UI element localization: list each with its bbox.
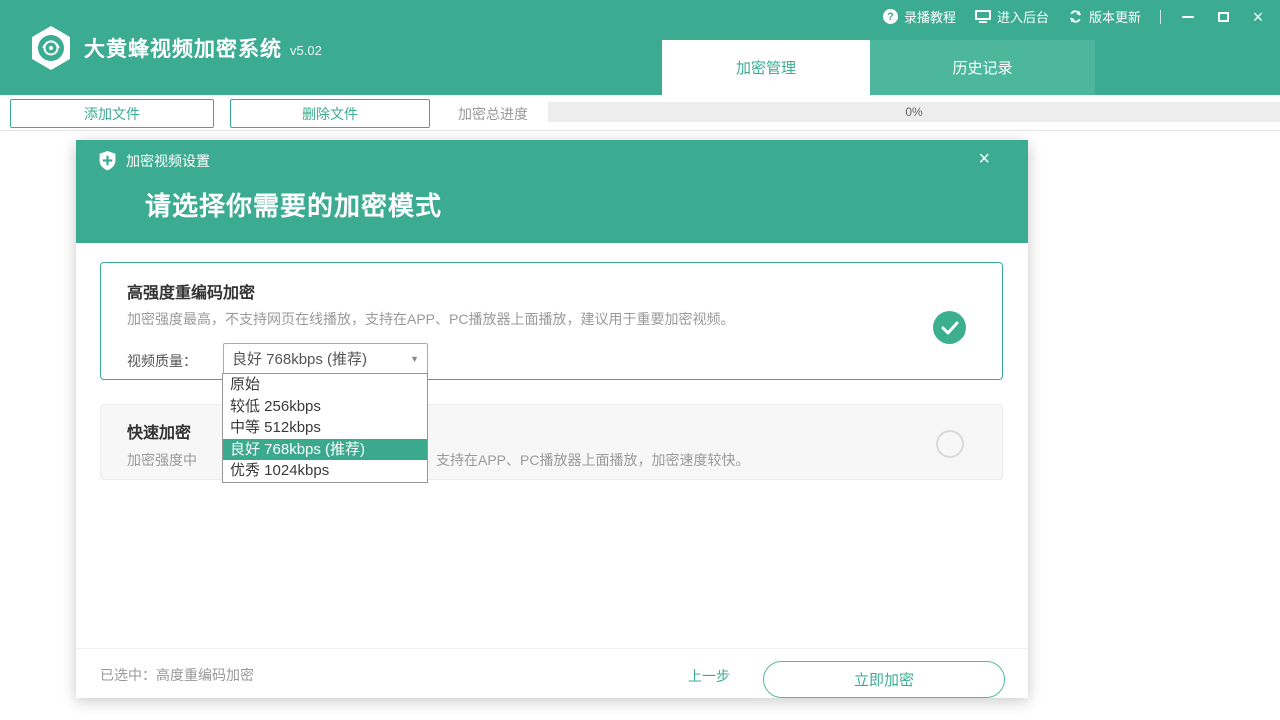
top-menu: ? 录播教程 进入后台 版本更新 × <box>883 7 1266 26</box>
progress-value: 0% <box>548 102 1280 122</box>
app-title: 大黄蜂视频加密系统 <box>84 33 282 63</box>
close-button[interactable]: × <box>1250 9 1266 25</box>
dialog-heading: 请选择你需要的加密模式 <box>145 186 442 223</box>
video-quality-value: 良好 768kbps (推荐) <box>224 348 410 369</box>
menu-tutorial-label: 录播教程 <box>904 7 956 26</box>
maximize-button[interactable] <box>1215 9 1231 25</box>
encryption-settings-dialog: 加密视频设置 × 请选择你需要的加密模式 高强度重编码加密 加密强度最高，不支持… <box>76 140 1028 698</box>
dialog-title: 加密视频设置 <box>126 151 210 171</box>
option-card-strong-encryption[interactable]: 高强度重编码加密 加密强度最高，不支持网页在线播放，支持在APP、PC播放器上面… <box>100 262 1003 380</box>
minimize-button[interactable] <box>1180 9 1196 25</box>
monitor-icon <box>975 10 991 23</box>
help-icon: ? <box>883 9 898 24</box>
add-file-button[interactable]: 添加文件 <box>10 99 214 128</box>
progress-label: 加密总进度 <box>458 104 528 124</box>
selected-status-text: 已选中：高度重编码加密 <box>100 665 254 685</box>
minimize-icon <box>1182 16 1194 18</box>
option-description: 加密强度最高，不支持网页在线播放，支持在APP、PC播放器上面播放，建议用于重要… <box>127 309 734 329</box>
quality-option-low[interactable]: 较低 256kbps <box>223 396 427 418</box>
video-quality-dropdown-menu: 原始 较低 256kbps 中等 512kbps 良好 768kbps (推荐)… <box>222 373 428 483</box>
menu-update-label: 版本更新 <box>1089 7 1141 26</box>
tab-bar: 加密管理 历史记录 <box>662 40 1095 95</box>
radio-unselected-icon[interactable] <box>936 430 964 458</box>
tab-encryption-management[interactable]: 加密管理 <box>662 40 870 95</box>
chevron-down-icon: ▼ <box>410 354 427 364</box>
delete-file-button[interactable]: 删除文件 <box>230 99 430 128</box>
app-logo-icon <box>28 24 74 72</box>
option-description-left: 加密强度中 <box>127 450 197 470</box>
app-header: 大黄蜂视频加密系统 v5.02 ? 录播教程 进入后台 <box>0 0 1280 95</box>
menu-update[interactable]: 版本更新 <box>1068 7 1141 26</box>
quality-option-excellent[interactable]: 优秀 1024kbps <box>223 460 427 482</box>
menu-tutorial[interactable]: ? 录播教程 <box>883 7 956 26</box>
option-title: 快速加密 <box>127 419 191 443</box>
video-quality-select[interactable]: 良好 768kbps (推荐) ▼ <box>223 343 428 374</box>
total-progress-bar: 0% <box>548 102 1280 122</box>
quality-option-original[interactable]: 原始 <box>223 374 427 396</box>
menu-backend-label: 进入后台 <box>997 7 1049 26</box>
refresh-icon <box>1068 9 1083 24</box>
option-description-right: 支持在APP、PC播放器上面播放，加密速度较快。 <box>436 450 749 470</box>
quality-option-medium[interactable]: 中等 512kbps <box>223 417 427 439</box>
dialog-header: 加密视频设置 × 请选择你需要的加密模式 <box>76 140 1028 243</box>
dialog-close-button[interactable]: × <box>978 148 990 171</box>
shield-plus-icon <box>98 150 117 171</box>
encrypt-now-button[interactable]: 立即加密 <box>763 661 1005 698</box>
menu-backend[interactable]: 进入后台 <box>975 7 1049 26</box>
video-quality-label: 视频质量： <box>127 351 197 371</box>
maximize-icon <box>1218 12 1229 22</box>
tab-history[interactable]: 历史记录 <box>870 40 1095 95</box>
previous-step-link[interactable]: 上一步 <box>688 666 730 686</box>
selected-check-icon[interactable] <box>933 311 966 344</box>
app-version: v5.02 <box>290 43 322 58</box>
menu-divider <box>1160 10 1161 24</box>
brand: 大黄蜂视频加密系统 v5.02 <box>28 24 322 72</box>
dialog-footer: 已选中：高度重编码加密 上一步 立即加密 <box>76 648 1028 698</box>
option-title: 高强度重编码加密 <box>127 279 255 303</box>
toolbar: 添加文件 删除文件 加密总进度 0% <box>0 95 1280 131</box>
app-window: 大黄蜂视频加密系统 v5.02 ? 录播教程 进入后台 <box>0 0 1280 720</box>
quality-option-good[interactable]: 良好 768kbps (推荐) <box>223 439 427 461</box>
